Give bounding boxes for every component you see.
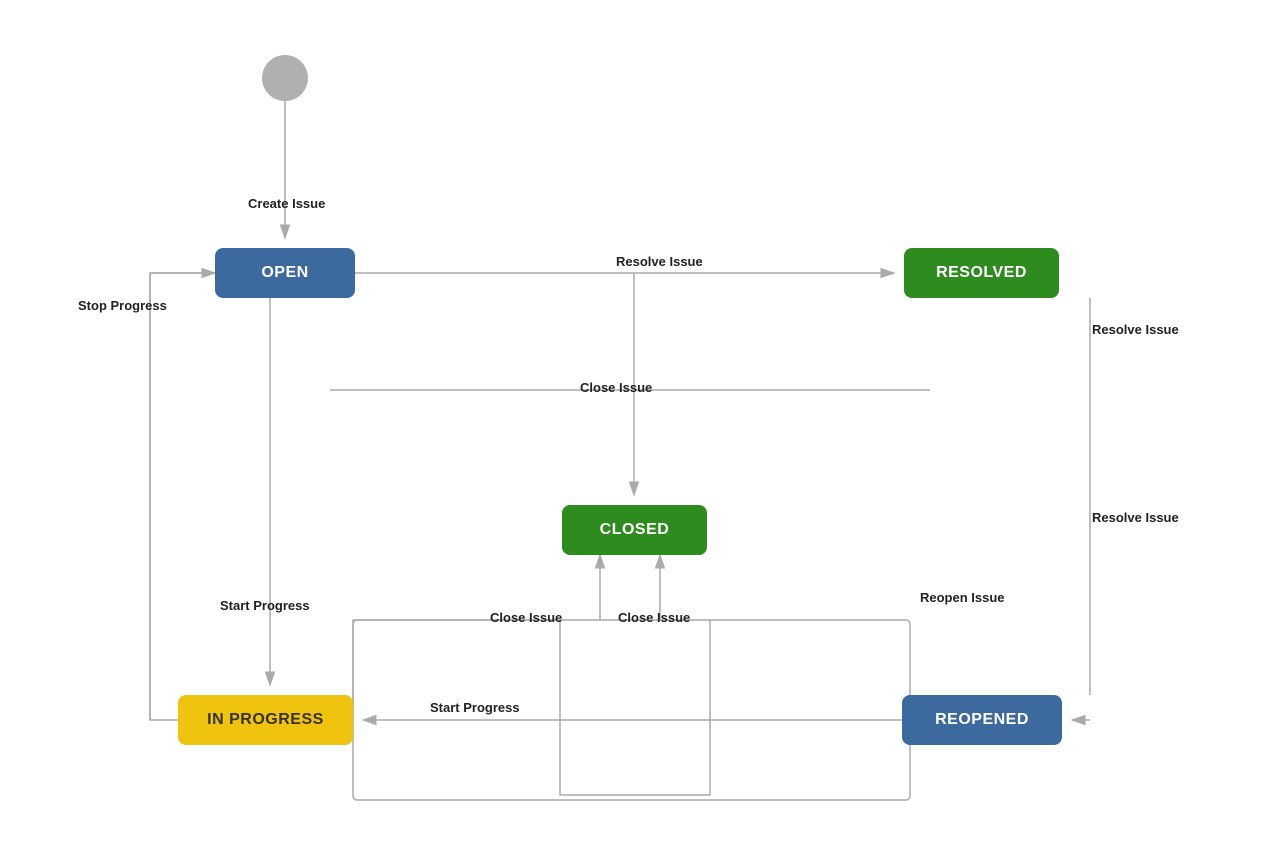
state-reopened: REOPENED — [902, 695, 1062, 745]
state-inprogress: IN PROGRESS — [178, 695, 353, 745]
state-resolved: RESOLVED — [904, 248, 1059, 298]
diagram-container: OPEN RESOLVED CLOSED IN PROGRESS REOPENE… — [0, 0, 1268, 853]
state-open: OPEN — [215, 248, 355, 298]
start-state — [262, 55, 308, 101]
state-closed: CLOSED — [562, 505, 707, 555]
